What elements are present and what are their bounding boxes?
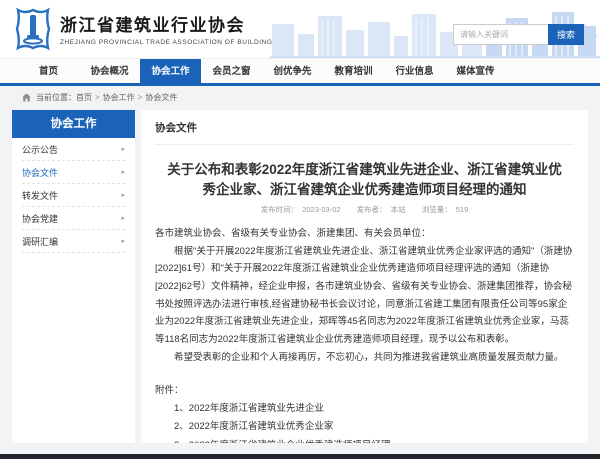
attachments-label: 附件：	[155, 382, 574, 400]
chevron-right-icon: ▸	[121, 214, 125, 222]
chevron-right-icon: ▸	[121, 145, 125, 153]
nav-item-home[interactable]: 首页	[18, 59, 79, 84]
chevron-right-icon: ▸	[121, 237, 125, 245]
footer-bar	[0, 454, 600, 459]
sidebar-item-research-compilation[interactable]: 调研汇编 ▸	[22, 230, 125, 253]
sidebar-item-label: 转发文件	[22, 189, 58, 202]
section-title: 协会文件	[155, 120, 574, 145]
breadcrumb: 当前位置： 首页 > 协会工作 > 协会文件	[0, 86, 600, 108]
sidebar-item-public-notices[interactable]: 公示公告 ▸	[22, 138, 125, 161]
main-area: 协会工作 公示公告 ▸ 协会文件 ▸ 转发文件 ▸ 协会党建 ▸ 调研汇编 ▸	[12, 110, 588, 443]
article-paragraph: 希望受表彰的企业和个人再接再厉，不忘初心，共同为推进我省建筑业高质量发展贡献力量…	[155, 349, 574, 367]
views-label: 浏览量：	[422, 205, 452, 214]
page: 浙江省建筑业行业协会 ZHEJIANG PROVINCIAL TRADE ASS…	[0, 0, 600, 459]
attachment-link-2[interactable]: 2、2022年度浙江省建筑业优秀企业家	[174, 418, 574, 436]
article-title: 关于公布和表彰2022年度浙江省建筑业先进企业、浙江省建筑业优秀企业家、浙江省建…	[161, 160, 568, 199]
nav-item-training[interactable]: 教育培训	[323, 59, 384, 84]
nav-item-media[interactable]: 媒体宣传	[445, 59, 506, 84]
association-logo-icon	[12, 7, 54, 51]
brand-subtitle: ZHEJIANG PROVINCIAL TRADE ASSOCIATION OF…	[60, 39, 272, 46]
sidebar-item-party-building[interactable]: 协会党建 ▸	[22, 207, 125, 230]
nav-item-overview[interactable]: 协会概况	[79, 59, 140, 84]
search-input[interactable]	[453, 24, 548, 45]
attachments: 附件： 1、2022年度浙江省建筑业先进企业 2、2022年度浙江省建筑业优秀企…	[155, 382, 574, 443]
publish-time: 2023-03-02	[302, 205, 340, 214]
breadcrumb-separator: >	[138, 93, 143, 102]
nav-item-industry-info[interactable]: 行业信息	[384, 59, 445, 84]
chevron-right-icon: ▸	[121, 168, 125, 176]
search-button[interactable]: 搜索	[548, 24, 584, 45]
article-paragraph: 各市建筑业协会、省级有关专业协会、浙建集团、有关会员单位：	[155, 225, 574, 243]
sidebar-title: 协会工作	[12, 110, 135, 138]
publish-time-label: 发布时间：	[261, 205, 299, 214]
article-meta: 发布时间：2023-03-02 发布者： 本站 浏览量： 519	[155, 204, 574, 215]
nav-item-members[interactable]: 会员之窗	[201, 59, 262, 84]
breadcrumb-link-association-work[interactable]: 协会工作	[103, 92, 135, 103]
search-box: 搜索	[453, 24, 584, 45]
breadcrumb-link-home[interactable]: 首页	[76, 92, 92, 103]
home-icon	[22, 93, 31, 102]
sidebar-item-forwarded-documents[interactable]: 转发文件 ▸	[22, 184, 125, 207]
attachment-link-3[interactable]: 3、2022年度浙江省建筑业企业优秀建造师项目经理	[174, 437, 574, 443]
sidebar: 协会工作 公示公告 ▸ 协会文件 ▸ 转发文件 ▸ 协会党建 ▸ 调研汇编 ▸	[12, 110, 135, 443]
views-count: 519	[456, 205, 469, 214]
attachment-link-1[interactable]: 1、2022年度浙江省建筑业先进企业	[174, 400, 574, 418]
sidebar-item-label: 协会文件	[22, 166, 58, 179]
publisher-label: 发布者：	[357, 205, 387, 214]
breadcrumb-location-label: 当前位置：	[36, 92, 76, 103]
brand-title: 浙江省建筑业行业协会	[60, 11, 272, 36]
main-nav: 首页 协会概况 协会工作 会员之窗 创优争先 教育培训 行业信息 媒体宣传	[0, 58, 600, 86]
chevron-right-icon: ▸	[121, 191, 125, 199]
sidebar-item-label: 协会党建	[22, 212, 58, 225]
sidebar-item-label: 调研汇编	[22, 235, 58, 248]
sidebar-item-association-documents[interactable]: 协会文件 ▸	[22, 161, 125, 184]
site-header: 浙江省建筑业行业协会 ZHEJIANG PROVINCIAL TRADE ASS…	[0, 0, 600, 58]
publisher: 本站	[391, 205, 406, 214]
nav-item-excellence[interactable]: 创优争先	[262, 59, 323, 84]
nav-item-association-work[interactable]: 协会工作	[140, 59, 201, 84]
sidebar-item-label: 公示公告	[22, 143, 58, 156]
content-panel: 协会文件 关于公布和表彰2022年度浙江省建筑业先进企业、浙江省建筑业优秀企业家…	[141, 110, 588, 443]
breadcrumb-current: 协会文件	[145, 92, 177, 103]
brand: 浙江省建筑业行业协会 ZHEJIANG PROVINCIAL TRADE ASS…	[60, 11, 272, 46]
article-paragraph: 根据"关于开展2022年度浙江省建筑业先进企业、浙江省建筑业优秀企业家评选的通知…	[155, 243, 574, 349]
article-body: 各市建筑业协会、省级有关专业协会、浙建集团、有关会员单位： 根据"关于开展202…	[155, 225, 574, 366]
breadcrumb-separator: >	[95, 93, 100, 102]
